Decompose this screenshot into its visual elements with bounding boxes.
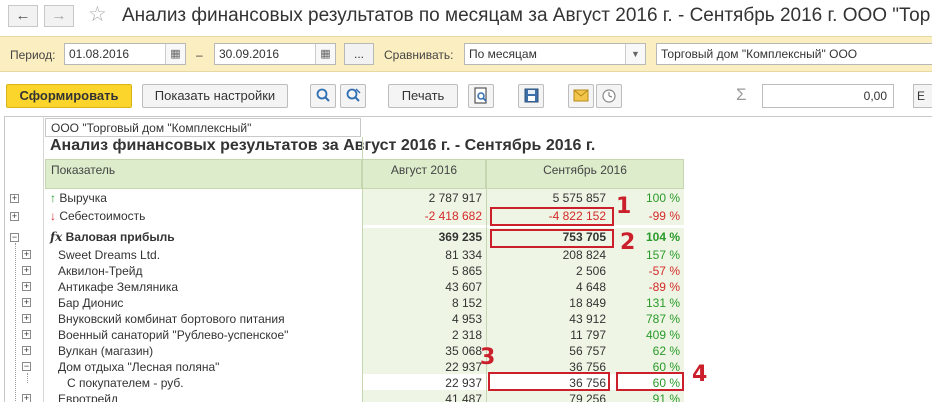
- row-name-cell: fx Валовая прибыль: [45, 228, 362, 246]
- search-icon: [316, 88, 330, 102]
- row-name-cell: ↓ Себестоимость: [45, 207, 362, 225]
- date-from-value: 01.08.2016: [69, 47, 130, 61]
- expand-toggle[interactable]: +: [22, 394, 31, 402]
- value-september: 5 575 857: [486, 189, 610, 207]
- date-to-field[interactable]: 30.09.2016 ▦: [214, 43, 336, 65]
- compare-value: По месяцам: [469, 47, 537, 61]
- highlight-frame: [488, 372, 610, 391]
- highlight-frame: [616, 372, 684, 391]
- expand-toggle[interactable]: +: [22, 330, 31, 339]
- print-button[interactable]: Печать: [388, 84, 458, 108]
- collapse-toggle[interactable]: −: [22, 362, 31, 371]
- expand-toggle[interactable]: +: [22, 314, 31, 323]
- preview-button[interactable]: [468, 84, 494, 108]
- arrow-down-icon: ↓: [50, 209, 56, 223]
- expand-toggle[interactable]: +: [22, 282, 31, 291]
- period-select-button[interactable]: ...: [344, 43, 374, 65]
- value-august: 2 787 917: [362, 189, 486, 207]
- expand-toggle[interactable]: +: [22, 266, 31, 275]
- window-title: Анализ финансовых результатов по месяцам…: [122, 5, 931, 26]
- date-from-field[interactable]: 01.08.2016 ▦: [64, 43, 186, 65]
- schedule-button[interactable]: [596, 84, 622, 108]
- report-row-revenue[interactable]: ↑ Выручка 2 787 917 5 575 857 100 %: [45, 189, 685, 207]
- sum-icon: Σ: [736, 85, 747, 104]
- row-name-cell: ↑ Выручка: [45, 189, 362, 207]
- column-divider: [486, 189, 487, 402]
- row-name: Себестоимость: [59, 209, 146, 223]
- clock-icon: [602, 89, 616, 103]
- annotation-number: 4: [692, 362, 708, 387]
- report-title: Анализ финансовых результатов за Август …: [50, 137, 596, 154]
- company-name: ООО "Торговый дом "Комплексный": [45, 118, 361, 137]
- formula-icon: fx: [50, 230, 63, 244]
- expand-toggle[interactable]: +: [10, 212, 19, 221]
- annotation-number: 2: [620, 230, 636, 255]
- collapse-toggle[interactable]: −: [10, 233, 19, 242]
- annotation-number: 3: [480, 345, 496, 370]
- envelope-icon: [573, 89, 589, 102]
- tree-line: [27, 373, 28, 383]
- change-percent: 91 %: [610, 390, 684, 402]
- favorite-star-icon[interactable]: ☆: [88, 3, 107, 27]
- forward-arrow-icon[interactable]: →: [44, 5, 74, 27]
- expand-toggle[interactable]: +: [22, 250, 31, 259]
- cut-off-button[interactable]: Е: [913, 84, 932, 108]
- row-name: Валовая прибыль: [65, 230, 175, 244]
- compare-select[interactable]: По месяцам ▼: [464, 43, 646, 65]
- filter-bar: Период: 01.08.2016 ▦ – 30.09.2016 ▦ ... …: [0, 36, 932, 72]
- expand-toggle[interactable]: +: [22, 298, 31, 307]
- sum-field[interactable]: 0,00: [762, 84, 894, 108]
- print-preview-icon: [474, 87, 487, 104]
- save-button[interactable]: [518, 84, 544, 108]
- expand-toggle[interactable]: +: [10, 194, 19, 203]
- chevron-down-icon[interactable]: ▼: [625, 44, 645, 64]
- save-icon: [524, 88, 539, 103]
- send-email-button[interactable]: [568, 84, 594, 108]
- search-button[interactable]: [310, 84, 336, 108]
- value-august: 41 487: [362, 390, 486, 402]
- value-august: -2 418 682: [362, 207, 486, 225]
- compare-label: Сравнивать:: [384, 48, 454, 62]
- calendar-icon[interactable]: ▦: [165, 44, 185, 64]
- period-dash: –: [196, 48, 203, 62]
- annotation-number: 1: [616, 194, 632, 219]
- organization-value: Торговый дом "Комплексный" ООО: [661, 47, 858, 61]
- report-row-counterparty[interactable]: Евротрейд 41 487 79 256 91 %: [45, 390, 685, 402]
- arrow-up-icon: ↑: [50, 191, 56, 205]
- tree-line: [15, 243, 16, 402]
- organization-field[interactable]: Торговый дом "Комплексный" ООО: [656, 43, 932, 65]
- column-header-august: Август 2016: [362, 159, 486, 189]
- row-name: Евротрейд: [58, 392, 119, 402]
- show-settings-button[interactable]: Показать настройки: [142, 84, 288, 108]
- search-cancel-button[interactable]: [340, 84, 366, 108]
- period-label: Период:: [10, 48, 56, 62]
- search-cancel-icon: [346, 88, 361, 102]
- column-header-september: Сентябрь 2016: [486, 159, 684, 189]
- grouping-column: [4, 116, 44, 402]
- generate-button[interactable]: Сформировать: [6, 84, 132, 108]
- value-august: 369 235: [362, 228, 486, 246]
- expand-toggle[interactable]: +: [22, 346, 31, 355]
- highlight-frame: [490, 207, 614, 226]
- back-arrow-icon[interactable]: ←: [8, 5, 38, 27]
- highlight-frame: [490, 229, 614, 248]
- date-to-value: 30.09.2016: [219, 47, 280, 61]
- title-bar: ← → ☆ Анализ финансовых результатов по м…: [0, 0, 932, 34]
- value-september: 79 256: [486, 390, 610, 402]
- column-divider: [362, 137, 363, 402]
- calendar-icon[interactable]: ▦: [315, 44, 335, 64]
- column-header-indicator: Показатель: [45, 159, 362, 189]
- row-name: Выручка: [59, 191, 107, 205]
